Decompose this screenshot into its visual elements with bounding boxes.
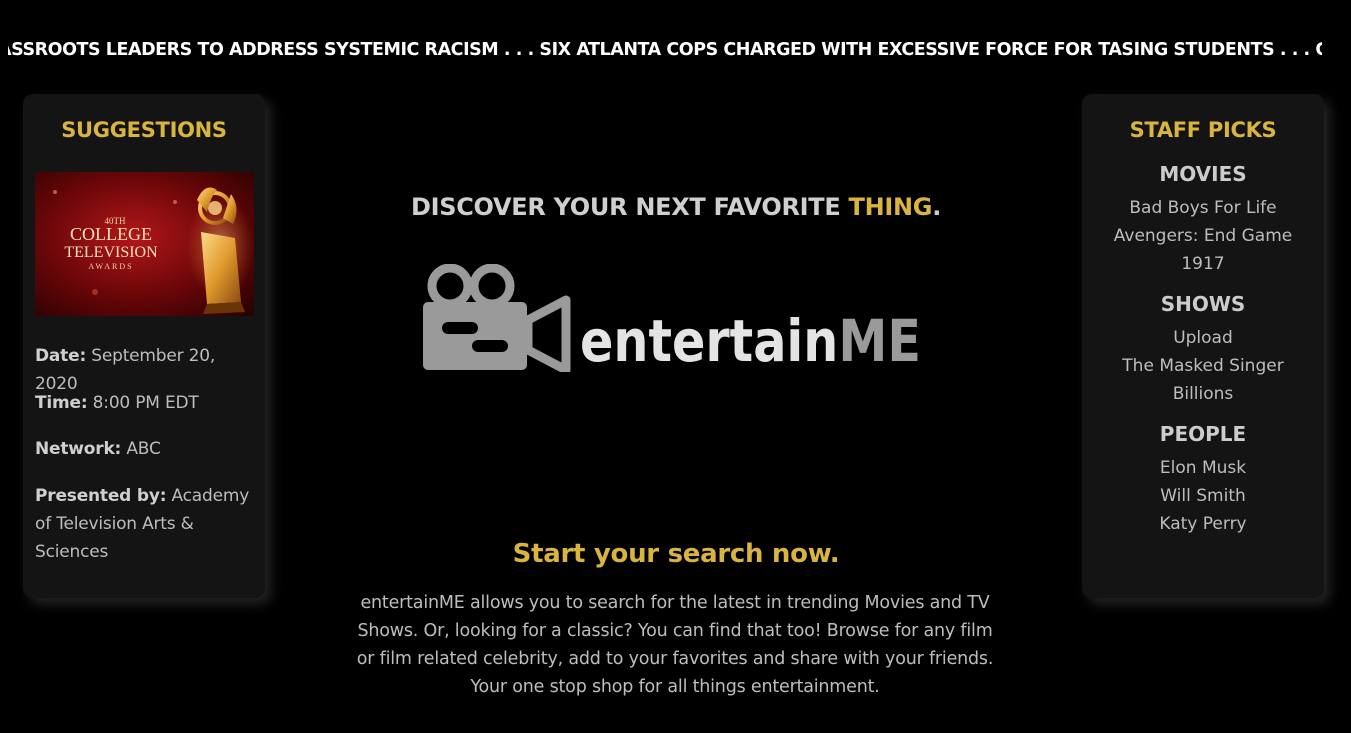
movies-heading: MOVIES — [1159, 162, 1247, 186]
show-pick-1[interactable]: Upload — [1082, 324, 1324, 352]
search-heading: Start your search now. — [512, 539, 840, 569]
logo-wordmark-entertain: entertain — [580, 307, 838, 372]
entertainme-logo[interactable]: entertainME — [422, 264, 926, 372]
people-pick-3[interactable]: Katy Perry — [1082, 510, 1324, 538]
event-time: Time: 8:00 PM EDT — [35, 389, 250, 417]
staff-picks-title: STAFF PICKS — [1129, 118, 1277, 142]
people-pick-2[interactable]: Will Smith — [1082, 482, 1324, 510]
movie-camera-icon — [423, 264, 571, 372]
movie-pick-3[interactable]: 1917 — [1082, 250, 1324, 278]
suggestions-title: SUGGESTIONS — [61, 118, 227, 142]
award-television-text: TELEVISION — [64, 244, 158, 261]
show-pick-3[interactable]: Billions — [1082, 380, 1324, 408]
event-network: Network: ABC — [35, 435, 250, 463]
staff-picks-panel: STAFF PICKS MOVIES Bad Boys For Life Ave… — [1082, 94, 1324, 598]
event-presenter: Presented by: Academy of Television Arts… — [35, 482, 250, 566]
show-pick-2[interactable]: The Masked Singer — [1082, 352, 1324, 380]
college-television-awards-image[interactable]: 40TH COLLEGE TELEVISION AWARDS — [35, 172, 254, 316]
movie-pick-2[interactable]: Avengers: End Game — [1082, 222, 1324, 250]
shows-heading: SHOWS — [1160, 292, 1246, 316]
logo-wordmark: entertainME — [580, 307, 921, 372]
award-awards-text: AWARDS — [88, 262, 133, 271]
movie-pick-1[interactable]: Bad Boys For Life — [1082, 194, 1324, 222]
date-label: Date: — [35, 346, 87, 366]
news-ticker: ASSROOTS LEADERS TO ADDRESS SYSTEMIC RAC… — [8, 38, 1322, 68]
people-heading: PEOPLE — [1159, 422, 1247, 446]
suggestions-panel: SUGGESTIONS 40TH COLLEGE TELEVISION AWAR… — [23, 94, 265, 598]
time-value: 8:00 PM EDT — [87, 393, 199, 413]
network-label: Network: — [35, 439, 122, 459]
award-college-text: COLLEGE — [70, 224, 152, 244]
network-value: ABC — [121, 439, 161, 459]
logo-wordmark-me: ME — [838, 307, 921, 372]
time-label: Time: — [35, 393, 88, 413]
tagline-prefix: DISCOVER YOUR NEXT FAVORITE — [410, 193, 849, 221]
intro-paragraph: entertainME allows you to search for the… — [356, 593, 994, 697]
presented-label: Presented by: — [35, 486, 167, 506]
tagline-accent: THING — [848, 193, 933, 221]
ticker-text: ASSROOTS LEADERS TO ADDRESS SYSTEMIC RAC… — [8, 40, 1322, 60]
people-pick-1[interactable]: Elon Musk — [1082, 454, 1324, 482]
tagline-suffix: . — [932, 193, 942, 221]
tagline: DISCOVER YOUR NEXT FAVORITE THING. — [380, 193, 972, 221]
